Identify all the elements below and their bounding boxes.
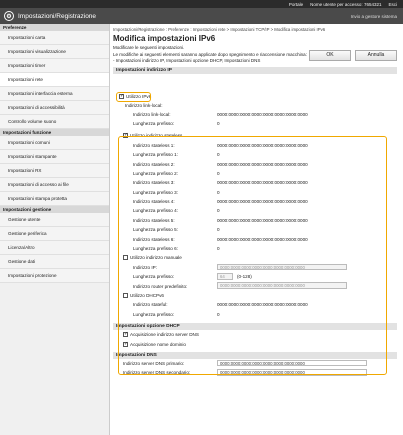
sidebar-item-file-access[interactable]: Impostazioni di accesso ai file — [0, 178, 109, 192]
user-label: Nome utente per accesso: 7654321 — [310, 1, 382, 7]
sidebar-item-rx[interactable]: Impostazioni RX — [0, 164, 109, 178]
top-bar: Portale Nome utente per accesso: 7654321… — [0, 0, 403, 8]
sidebar-item-display[interactable]: Impostazioni visualizzazione — [0, 45, 109, 59]
cancel-button[interactable]: Annulla — [355, 50, 397, 61]
sidebar-item-user-management[interactable]: Gestione utente — [0, 213, 109, 227]
link-local-prefix-row: Lunghezza prefisso: 0 — [133, 120, 220, 126]
sidebar-item-printer[interactable]: Impostazioni stampante — [0, 150, 109, 164]
breadcrumb: Impostazioni/Registrazione : Preferenze … — [113, 27, 326, 32]
sidebar-item-device-management[interactable]: Gestione periferica — [0, 227, 109, 241]
settings-logo-icon: ⚙ — [4, 11, 14, 21]
sidebar-group-function: Impostazioni funzione — [0, 129, 109, 136]
ok-button[interactable]: OK — [309, 50, 351, 61]
sidebar-item-paper[interactable]: Impostazioni carta — [0, 31, 109, 45]
link-local-row: Indirizzo link-local: 0000:0000:0000:000… — [133, 111, 308, 117]
sidebar-item-security[interactable]: Impostazioni protezione — [0, 269, 109, 283]
action-buttons: OK Annulla — [309, 50, 397, 61]
use-ipv6-highlight — [116, 92, 151, 102]
sidebar-item-data-management[interactable]: Gestione dati — [0, 255, 109, 269]
app-header: ⚙ Impostazioni/Registrazione Invio a ges… — [0, 8, 403, 24]
sidebar-item-common[interactable]: Impostazioni comuni — [0, 136, 109, 150]
sidebar-group-preferences: Preferenze — [0, 24, 109, 31]
sidebar-item-network[interactable]: Impostazioni rete — [0, 73, 109, 87]
use-ipv6-row: Utilizzo IPv6 — [113, 92, 397, 101]
send-to-admin-link[interactable]: Invio a gestore sistema — [351, 14, 397, 19]
app-title: Impostazioni/Registrazione — [18, 12, 97, 20]
sidebar-item-license[interactable]: Licenza/Altro — [0, 241, 109, 255]
sidebar-item-volume[interactable]: Controllo volume suono — [0, 115, 109, 129]
portal-link[interactable]: Portale — [289, 2, 303, 7]
sidebar-group-management: Impostazioni gestione — [0, 206, 109, 213]
notice-text: Modificare le seguenti impostazioni. Le … — [113, 45, 307, 63]
sidebar-item-external-interface[interactable]: Impostazioni interfaccia esterna — [0, 87, 109, 101]
sidebar-item-secure-print[interactable]: Impostazioni stampa protetta — [0, 192, 109, 206]
sidebar-item-accessibility[interactable]: Impostazioni di accessibilità — [0, 101, 109, 115]
ip-section-header: Impostazioni indirizzo IP — [113, 66, 397, 74]
sidebar-item-timer[interactable]: Impostazioni timer — [0, 59, 109, 73]
link-local-header: Indirizzo link-local: — [125, 102, 163, 108]
address-options-highlight — [118, 136, 387, 375]
link-local-value: 0000:0000:0000:0000:0000:0000:0000:0000 — [217, 111, 308, 117]
page-title: Modifica impostazioni IPv6 — [113, 34, 216, 43]
sidebar: Preferenze Impostazioni carta Impostazio… — [0, 24, 110, 435]
exit-link[interactable]: Esci — [388, 2, 397, 7]
link-local-prefix-value: 0 — [217, 120, 220, 126]
